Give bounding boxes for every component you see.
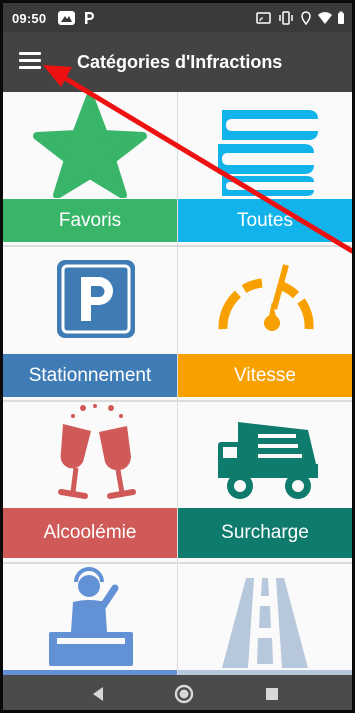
- system-nav-bar: [3, 675, 352, 710]
- page-title: Catégories d'Infractions: [77, 52, 283, 72]
- vibrate-icon: [279, 11, 293, 25]
- phone-screen: 09:50 Catégories d'Infractions Favoris T…: [0, 0, 355, 713]
- status-bar: 09:50: [3, 3, 352, 32]
- row-divider: [3, 245, 352, 247]
- category-tile-evenement[interactable]: [3, 564, 177, 710]
- cast-icon: [256, 12, 271, 24]
- category-tile-favoris[interactable]: Favoris: [3, 92, 177, 245]
- wine-glasses-icon: [58, 404, 136, 499]
- app-notification-icon: [58, 11, 75, 25]
- menu-icon[interactable]: [17, 49, 43, 75]
- road-icon: [222, 578, 308, 668]
- category-tile-route[interactable]: [178, 564, 352, 710]
- category-label: Surcharge: [178, 508, 352, 558]
- category-label: Stationnement: [3, 354, 177, 397]
- category-label: Favoris: [3, 199, 177, 242]
- location-icon: [301, 11, 311, 25]
- battery-icon: [338, 11, 344, 24]
- star-icon: [33, 93, 147, 198]
- category-tile-vitesse[interactable]: Vitesse: [178, 247, 352, 400]
- dump-truck-icon: [218, 422, 318, 499]
- category-tile-toutes[interactable]: Toutes: [178, 92, 352, 245]
- wifi-icon: [318, 12, 332, 24]
- home-button-icon[interactable]: [173, 683, 195, 705]
- row-divider: [3, 562, 352, 564]
- parking-icon: [57, 260, 135, 338]
- category-label: Toutes: [178, 199, 352, 242]
- category-label: Vitesse: [178, 354, 352, 397]
- app-bar: Catégories d'Infractions: [3, 32, 352, 92]
- category-label: Alcoolémie: [3, 508, 177, 558]
- parking-notification-icon: [85, 12, 94, 24]
- category-grid: Favoris Toutes Stationnement Vitesse Alc…: [3, 92, 352, 710]
- category-tile-surcharge[interactable]: Surcharge: [178, 402, 352, 562]
- back-button-icon[interactable]: [87, 683, 109, 705]
- books-icon: [218, 110, 318, 196]
- speedometer-icon: [218, 264, 314, 331]
- category-tile-stationnement[interactable]: Stationnement: [3, 247, 177, 400]
- status-time: 09:50: [12, 11, 47, 26]
- column-divider: [177, 92, 178, 675]
- recents-button-icon[interactable]: [261, 683, 283, 705]
- row-divider: [3, 400, 352, 402]
- category-tile-alcoolemie[interactable]: Alcoolémie: [3, 402, 177, 562]
- dj-icon: [49, 567, 133, 666]
